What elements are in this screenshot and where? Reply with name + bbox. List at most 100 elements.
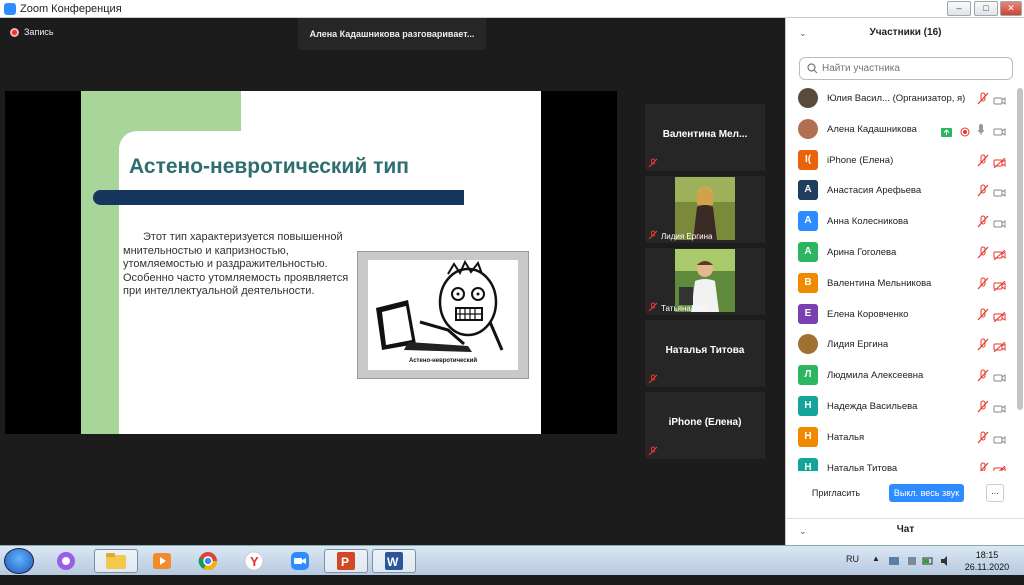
camera-off-icon[interactable] (993, 309, 1006, 327)
media-player-icon[interactable] (140, 549, 184, 573)
alice-icon[interactable] (44, 549, 88, 573)
clock-time: 18:15 (975, 550, 999, 560)
window-titlebar: Zoom Конференция – □ ✕ (0, 0, 1024, 18)
recording-dot-icon (10, 27, 19, 37)
video-tile[interactable]: Валентина Мел... (645, 104, 765, 171)
participant-name: Алена Кадашникова (827, 123, 917, 135)
mic-muted-icon[interactable] (977, 184, 989, 202)
participant-initial-avatar: А (798, 180, 818, 201)
zoom-icon (291, 552, 309, 570)
participant-name: Юлия Васил... (Организатор, я) (827, 93, 966, 104)
participant-row[interactable]: Лидия Ергина (786, 330, 1018, 360)
mute-all-button[interactable]: Выкл. весь звук (889, 484, 964, 502)
minimize-button[interactable]: – (947, 1, 971, 16)
battery-tray-icon[interactable] (922, 555, 934, 585)
mic-muted-icon[interactable] (977, 277, 989, 295)
camera-off-icon[interactable] (993, 155, 1006, 173)
start-button[interactable] (4, 548, 34, 574)
participant-row[interactable]: А Анастасия Арефьева (786, 176, 1018, 206)
participant-name: Арина Гоголева (827, 247, 897, 258)
video-tile[interactable]: Наталья Титова (645, 320, 765, 387)
participant-row[interactable]: А Анна Колесникова (786, 207, 1018, 237)
mic-muted-icon[interactable] (977, 400, 989, 418)
participant-row[interactable]: А Арина Гоголева (786, 238, 1018, 268)
participant-row[interactable]: I(iPhone (Елена) (786, 146, 1018, 176)
mic-muted-icon[interactable] (977, 246, 989, 264)
mic-muted-icon[interactable] (977, 308, 989, 326)
invite-button[interactable]: Пригласить (806, 484, 866, 502)
participant-row[interactable]: Н Наталья Титова (786, 454, 1018, 471)
clock-date: 26.11.2020 (964, 562, 1010, 572)
mic-muted-icon[interactable] (977, 338, 989, 356)
camera-off-icon[interactable] (993, 278, 1006, 296)
participant-initial-avatar: Н (798, 426, 818, 447)
mic-muted-icon[interactable] (977, 462, 989, 471)
more-options-button[interactable]: ... (986, 484, 1004, 502)
svg-text:P: P (341, 555, 349, 569)
participant-row[interactable]: Юлия Васил... (Организатор, я) (786, 84, 1018, 114)
participant-row[interactable]: Н Наталья (786, 423, 1018, 453)
participant-row[interactable]: Алена Кадашникова (786, 115, 1018, 145)
slide-picture-frame: Астено-невротический (357, 251, 529, 379)
video-tile[interactable]: Лидия Ергина (645, 176, 765, 243)
participant-name: Надежда Васильева (827, 401, 918, 412)
screen-share-view[interactable]: Астено-невротический тип Этот тип характ… (5, 91, 617, 434)
chrome-icon (198, 552, 217, 571)
camera-icon[interactable] (993, 124, 1006, 142)
mic-muted-icon[interactable] (977, 92, 989, 110)
mic-muted-icon[interactable] (977, 215, 989, 233)
word-icon[interactable]: W (372, 549, 416, 573)
maximize-button[interactable]: □ (974, 1, 998, 16)
close-button[interactable]: ✕ (1000, 1, 1022, 16)
keyboard-language[interactable]: RU (846, 554, 859, 584)
participants-scrollbar[interactable] (1017, 88, 1023, 410)
camera-icon[interactable] (993, 432, 1006, 450)
zoom-taskbar-icon[interactable] (278, 549, 322, 573)
windows-taskbar: Y P W RU ▲ 18:15 26.11.2020 (0, 545, 1024, 575)
participant-row[interactable]: Н Надежда Васильева (786, 392, 1018, 422)
camera-icon[interactable] (993, 93, 1006, 111)
participant-initial-avatar: А (798, 211, 818, 232)
mic-icon[interactable] (977, 123, 985, 141)
participant-name: Елена Коровченко (827, 308, 909, 320)
video-tile[interactable]: iPhone (Елена) (645, 392, 765, 459)
tile-name: iPhone (Елена) (668, 417, 742, 428)
recording-indicator[interactable]: Запись (10, 27, 54, 37)
mic-muted-icon[interactable] (977, 154, 989, 172)
camera-off-icon[interactable] (993, 339, 1006, 357)
mic-muted-icon[interactable] (977, 369, 989, 387)
camera-icon[interactable] (993, 370, 1006, 388)
tile-name: Татьяна Леб... (661, 304, 714, 313)
explorer-icon[interactable] (94, 549, 138, 573)
powerpoint-icon[interactable]: P (324, 549, 368, 573)
participant-photo (675, 177, 735, 240)
participant-row[interactable]: Л Людмила Алексеевна (786, 361, 1018, 391)
camera-icon[interactable] (993, 185, 1006, 203)
camera-off-icon[interactable] (993, 247, 1006, 265)
chat-header[interactable]: ⌄ Чат (786, 518, 1024, 545)
participant-row[interactable]: В Валентина Мельникова (786, 269, 1018, 299)
mic-muted-icon[interactable] (977, 431, 989, 449)
camera-icon[interactable] (993, 216, 1006, 234)
video-tile[interactable]: Татьяна Леб... (645, 248, 765, 315)
volume-tray-icon[interactable] (940, 555, 952, 585)
recording-label: Запись (24, 27, 54, 37)
camera-icon[interactable] (993, 401, 1006, 419)
participant-name: Наталья Титова (827, 462, 898, 471)
taskbar-clock[interactable]: 18:15 26.11.2020 (958, 549, 1016, 573)
search-icon (807, 63, 818, 74)
participant-photo-avatar (798, 88, 818, 108)
camera-off-icon[interactable] (993, 463, 1006, 471)
tray-arrow-icon[interactable]: ▲ (872, 554, 880, 584)
participant-initial-avatar: А (798, 242, 818, 262)
search-input[interactable] (822, 61, 1002, 76)
chrome-icon[interactable] (186, 549, 230, 573)
participant-initial-avatar: В (798, 272, 818, 293)
participant-search[interactable] (799, 57, 1013, 80)
usb-tray-icon[interactable] (906, 555, 918, 585)
powerpoint-icon: P (337, 552, 355, 570)
yandex-browser-icon[interactable]: Y (232, 549, 276, 573)
participant-row[interactable]: Е Елена Коровченко (786, 300, 1018, 330)
network-tray-icon[interactable] (888, 555, 900, 585)
participants-panel: ⌄ Участники (16) Юлия Васил... (Организа… (785, 18, 1024, 545)
